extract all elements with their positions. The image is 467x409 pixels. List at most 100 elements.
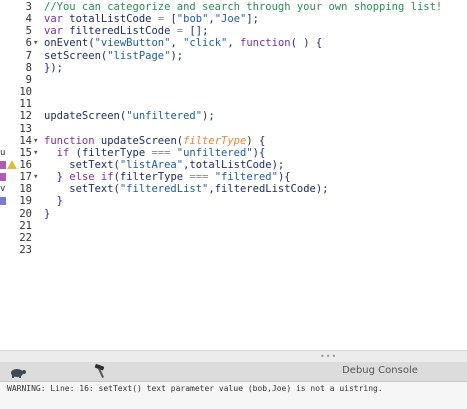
code-editor[interactable]: 3 //You can categorize and search through… [0, 0, 467, 256]
fold-toggle-icon[interactable]: ▾ [33, 147, 39, 159]
line-number[interactable]: 14 [12, 135, 32, 147]
code-token: "bob" [176, 13, 209, 26]
code-token: var [44, 13, 70, 26]
code-line[interactable]: 3 //You can categorize and search through… [0, 1, 467, 13]
debug-console-output[interactable]: WARNING: Line: 16: setText() text parame… [0, 382, 467, 409]
debug-warning-message: WARNING: Line: 16: setText() text parame… [7, 384, 383, 393]
code-token: ){ [277, 171, 291, 184]
fold-toggle-icon[interactable]: ▾ [33, 135, 39, 147]
code-token: []; [189, 25, 209, 38]
code-text[interactable]: setText("listArea",totalListCode); [44, 159, 284, 171]
line-number[interactable]: 21 [12, 220, 32, 232]
code-text[interactable]: onEvent("viewButton", "click", function(… [44, 37, 322, 49]
code-text[interactable]: function updateScreen(filterType) { [44, 135, 265, 147]
gutter-marker [0, 197, 6, 206]
code-line[interactable]: 21 [0, 220, 467, 232]
code-token: setText( [44, 158, 120, 171]
line-number[interactable]: 11 [12, 98, 32, 110]
code-line[interactable]: 5 var filteredListCode = []; [0, 25, 467, 37]
line-number[interactable]: 8 [12, 62, 32, 74]
gutter-marker [0, 173, 6, 182]
line-number[interactable]: 10 [12, 86, 32, 98]
code-line[interactable]: 13 [0, 123, 467, 135]
code-line[interactable]: 16 setText("listArea",totalListCode); [0, 159, 467, 171]
code-token: setScreen( [44, 49, 108, 62]
line-number[interactable]: 20 [12, 208, 32, 220]
code-text[interactable]: var totalListCode = ["bob","Joe"]; [44, 13, 259, 25]
line-number[interactable]: 17 [12, 171, 32, 183]
code-token: "unfiltered" [126, 110, 203, 123]
line-number[interactable]: 15 [12, 147, 32, 159]
code-token: if [56, 146, 76, 159]
gutter-letter: u [0, 147, 6, 158]
code-line[interactable]: 8}); [0, 62, 467, 74]
code-line[interactable]: 11 [0, 98, 467, 110]
code-text[interactable]: //You can categorize and search through … [44, 1, 442, 13]
line-number[interactable]: 13 [12, 123, 32, 135]
code-token: ,totalListCode); [183, 158, 285, 171]
line-number[interactable]: 19 [12, 195, 32, 207]
line-number[interactable]: 6 [12, 37, 32, 49]
code-text[interactable]: } [44, 195, 63, 207]
line-number[interactable]: 7 [12, 50, 32, 62]
code-token: updateScreen( [44, 110, 127, 123]
code-line[interactable]: u 15 ▾ if (filterType === "unfiltered"){ [0, 147, 467, 159]
code-text[interactable]: var filteredListCode = []; [44, 25, 208, 37]
code-line[interactable]: 19 } [0, 195, 467, 207]
code-token: else if [69, 171, 114, 184]
turtle-icon[interactable] [8, 364, 28, 378]
code-text[interactable]: } [44, 208, 50, 220]
line-number[interactable]: 3 [12, 1, 32, 13]
line-number[interactable]: 16 [12, 159, 32, 171]
code-token: "unfiltered" [176, 146, 253, 159]
code-token: var [44, 25, 70, 38]
code-line[interactable]: 12 updateScreen("unfiltered"); [0, 110, 467, 122]
code-text[interactable]: setText("filteredList",filteredListCode)… [44, 183, 328, 195]
code-token: totalListCode [69, 13, 158, 26]
debug-console-header: Debug Console [0, 362, 467, 382]
fold-toggle-icon[interactable]: ▾ [33, 171, 39, 183]
code-token: "filteredList" [119, 183, 209, 196]
line-number[interactable]: 5 [12, 25, 32, 37]
code-token: = [157, 13, 171, 26]
line-number[interactable]: 22 [12, 232, 32, 244]
code-line[interactable]: 20} [0, 208, 467, 220]
code-token: , [227, 37, 241, 50]
code-line[interactable]: 17 ▾ } else if(filterType === "filtered")… [0, 171, 467, 183]
code-token: ]; [246, 13, 259, 26]
code-token: } [44, 171, 70, 184]
code-text[interactable]: setScreen("listPage"); [44, 50, 183, 62]
code-token: "filtered" [214, 171, 278, 184]
code-line[interactable]: 4 var totalListCode = ["bob","Joe"]; [0, 13, 467, 25]
code-text[interactable]: } else if(filterType === "filtered"){ [44, 171, 291, 183]
line-number[interactable]: 9 [12, 74, 32, 86]
line-number[interactable]: 4 [12, 13, 32, 25]
code-text[interactable]: updateScreen("unfiltered"); [44, 110, 215, 122]
splitter-grip-icon[interactable]: ••• [320, 353, 337, 361]
code-text[interactable]: if (filterType === "unfiltered"){ [44, 146, 266, 159]
code-line[interactable]: 22 [0, 232, 467, 244]
panel-splitter[interactable]: ••• [0, 350, 467, 362]
code-token: "click" [183, 37, 228, 50]
code-line[interactable]: 10 [0, 86, 467, 98]
code-token: "viewButton" [94, 37, 171, 50]
line-number[interactable]: 18 [12, 183, 32, 195]
hammer-icon[interactable] [92, 363, 110, 379]
code-token: "Joe" [214, 13, 247, 26]
code-line[interactable]: 14 ▾ function updateScreen(filterType) { [0, 135, 467, 147]
fold-toggle-icon[interactable]: ▾ [33, 37, 39, 49]
code-line[interactable]: 7 setScreen("listPage"); [0, 50, 467, 62]
code-text[interactable]: }); [44, 62, 63, 74]
code-line[interactable]: 6 ▾ onEvent("viewButton", "click", functio… [0, 37, 467, 49]
gutter-letter: v [0, 184, 6, 195]
code-token: ) { [246, 134, 266, 147]
debug-console-title: Debug Console [342, 365, 418, 376]
code-token: function [44, 134, 101, 147]
code-line[interactable]: 9 [0, 74, 467, 86]
line-number[interactable]: 12 [12, 110, 32, 122]
code-line[interactable]: v 18 setText("filteredList",filteredListC… [0, 183, 467, 195]
code-token: }); [44, 61, 63, 74]
editor-empty-area[interactable] [0, 255, 467, 350]
code-token: ); [202, 110, 215, 123]
